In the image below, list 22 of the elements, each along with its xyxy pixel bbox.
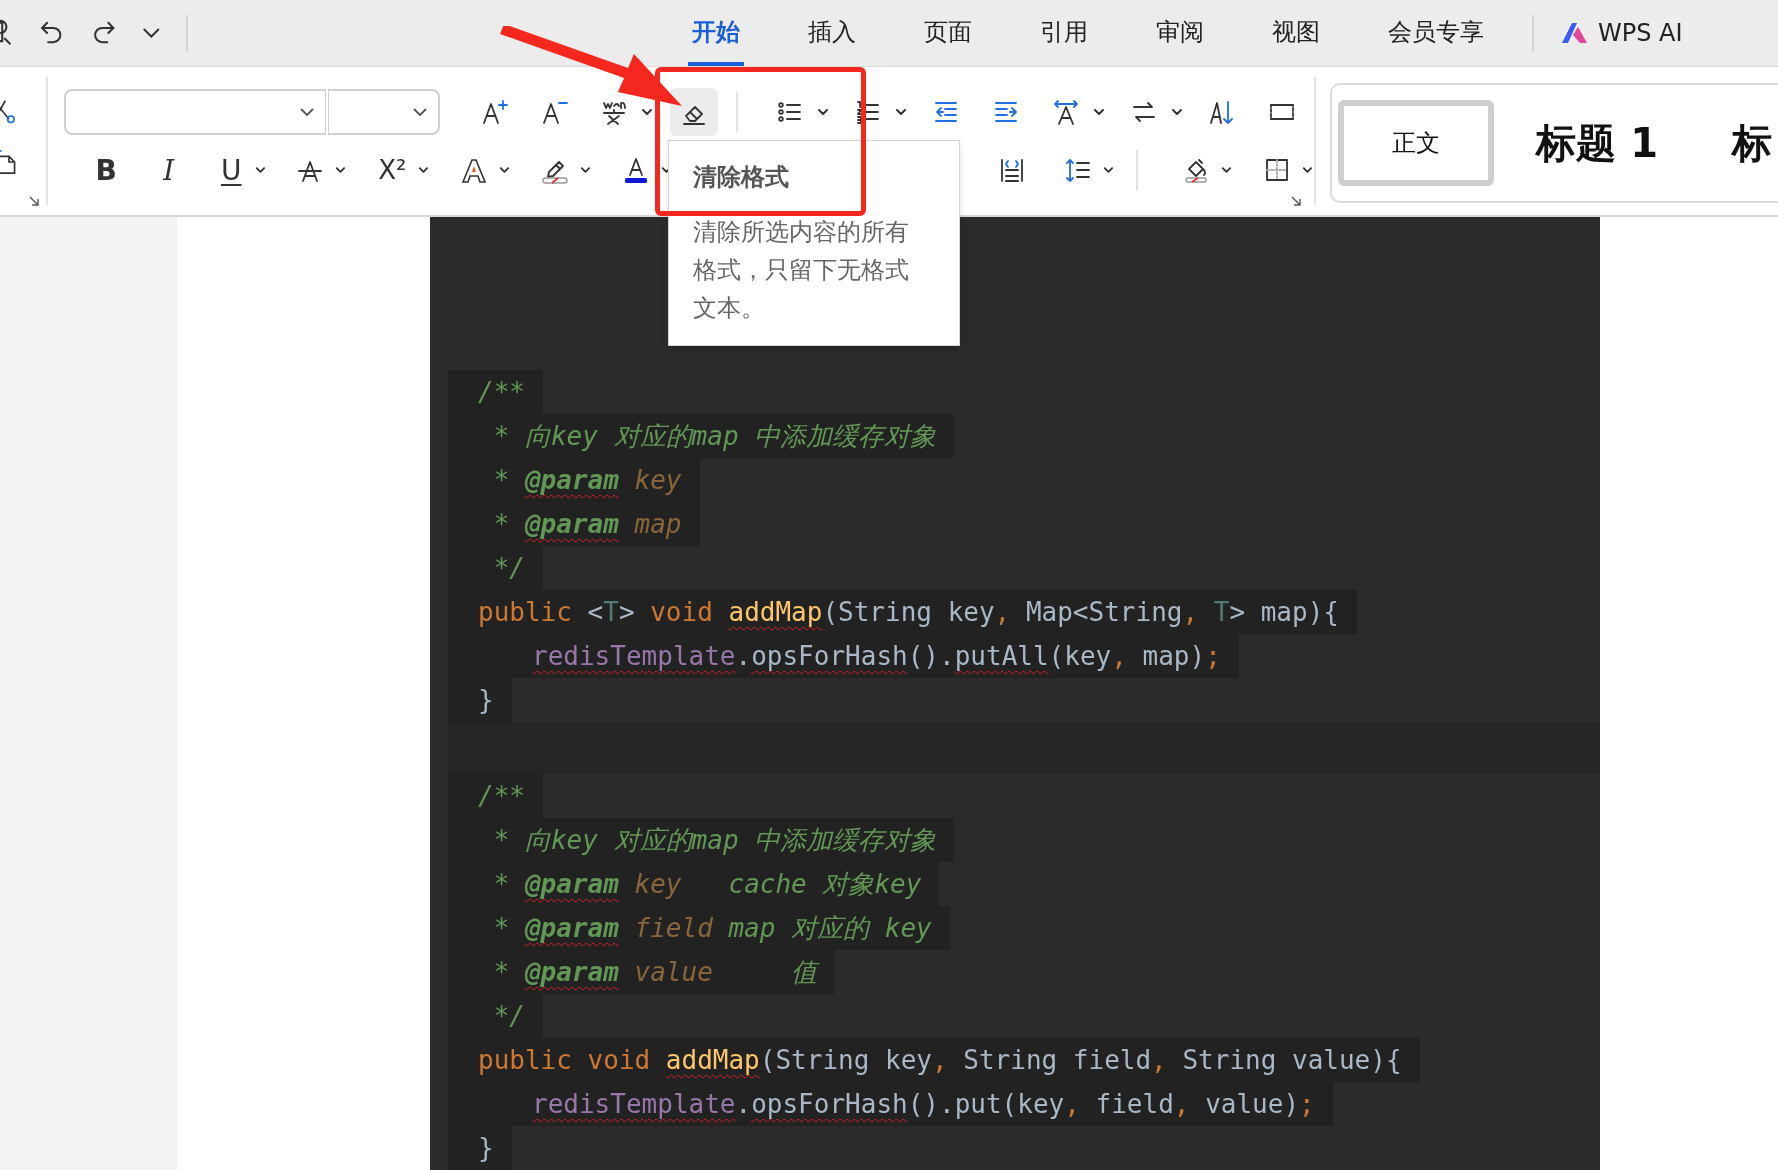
underline-button[interactable]: U bbox=[211, 148, 252, 192]
menu-tab[interactable]: 会员专享 bbox=[1384, 4, 1488, 66]
eraser-icon[interactable] bbox=[670, 88, 718, 136]
style-option[interactable]: 正文 bbox=[1338, 100, 1495, 186]
menu-tab[interactable]: 插入 bbox=[804, 4, 860, 66]
superscript-button[interactable]: X² bbox=[369, 148, 416, 192]
expand-corner-icon[interactable] bbox=[28, 195, 40, 207]
menu-tab[interactable]: 视图 bbox=[1268, 4, 1324, 66]
bold-button[interactable]: B bbox=[86, 148, 127, 192]
menu-tab[interactable]: 引用 bbox=[1036, 4, 1092, 66]
expand-corner-icon[interactable] bbox=[1290, 195, 1302, 207]
wps-ai-button[interactable]: WPS AI bbox=[1554, 18, 1689, 48]
style-option[interactable]: 标题 1 bbox=[1494, 100, 1684, 186]
font-name-field[interactable] bbox=[64, 89, 326, 135]
tooltip-text: 清除所选内容的所有格式，只留下无格式文本。 bbox=[693, 217, 910, 324]
menu-tab[interactable]: 页面 bbox=[920, 4, 976, 66]
menu-tab[interactable]: 审阅 bbox=[1152, 4, 1208, 66]
tooltip-title: 清除格式 bbox=[693, 162, 790, 193]
style-option[interactable]: 标 bbox=[1726, 100, 1778, 186]
italic-button[interactable]: I bbox=[148, 148, 190, 192]
wps-ai-logo bbox=[1560, 21, 1590, 45]
font-size-field[interactable] bbox=[328, 89, 440, 135]
